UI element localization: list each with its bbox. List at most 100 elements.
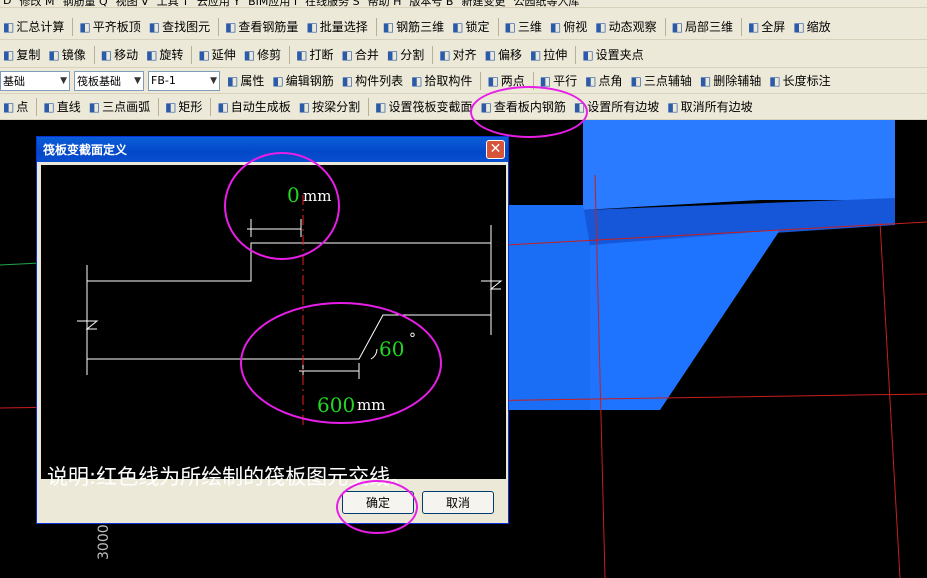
menu-item[interactable]: 帮助 H: [365, 0, 405, 7]
toolbar3-item-8[interactable]: ◧ 删除辅轴: [697, 70, 764, 92]
toolbar1-item-3[interactable]: ◧ 查看钢筋量: [222, 16, 301, 38]
toolbar3-item-0[interactable]: ◧ 属性: [224, 70, 267, 92]
fullscreen-icon: ◧: [747, 19, 760, 34]
toolbar2-item-2[interactable]: ◧ 移动: [98, 44, 141, 66]
toolbar1-item-2[interactable]: ◧ 查找图元: [146, 16, 213, 38]
toolbar3-item-6[interactable]: ◧ 点角: [582, 70, 625, 92]
toolbar1-item-12[interactable]: ◧ 缩放: [790, 16, 833, 38]
toolbar-separator: [375, 17, 377, 36]
lock-icon: ◧: [452, 19, 464, 34]
toolbar3-item-2[interactable]: ◧ 构件列表: [339, 70, 406, 92]
toolbar3-label: 长度标注: [782, 74, 831, 88]
menu-item[interactable]: 版本号 B: [406, 0, 456, 7]
list-icon: ◧: [341, 73, 354, 88]
menu-item[interactable]: 云应用 Y: [194, 0, 243, 7]
grip-icon: ◧: [582, 47, 594, 62]
section-diagram: [77, 195, 503, 425]
toolbar3-item-9[interactable]: ◧ 长度标注: [766, 70, 833, 92]
toolbar1-item-9[interactable]: ◧ 动态观察: [592, 16, 659, 38]
toolbar1-item-0[interactable]: ◧ 汇总计算: [0, 16, 67, 38]
toolbar2-label: 复制: [16, 48, 41, 62]
rebar-view-icon: ◧: [225, 19, 237, 34]
toolbar4-item-5[interactable]: ◧ 按梁分割: [296, 96, 363, 118]
toolbar4-label: 三点画弧: [102, 100, 151, 114]
cancel-button[interactable]: 取消: [422, 491, 494, 514]
toolbar-draw: ◧ 点 ◧ 直线 ◧ 三点画弧 ◧ 矩形 ◧ 自动生成板 ◧ 按梁分割 ◧ 设置筏板变截面 ◧ 查看板内钢筋 ◧…: [0, 94, 927, 120]
toolbar2-item-10[interactable]: ◧ 偏移: [482, 44, 525, 66]
toolbar1-label: 平齐板顶: [92, 20, 141, 34]
toolbar3-item-1[interactable]: ◧ 编辑钢筋: [269, 70, 336, 92]
menu-item[interactable]: 在线服务 S: [302, 0, 362, 7]
toolbar1-item-7[interactable]: ◧ 三维: [502, 16, 545, 38]
dimension-icon: ◧: [769, 73, 781, 88]
toolbar1-item-10[interactable]: ◧ 局部三维: [669, 16, 736, 38]
copy-icon: ◧: [3, 47, 15, 62]
toolbar4-label: 设置所有边坡: [587, 100, 660, 114]
rotate-icon: ◧: [146, 47, 158, 62]
toolbar4-item-9[interactable]: ◧ 取消所有边坡: [664, 96, 755, 118]
toolbar1-label: 批量选择: [319, 20, 368, 34]
auto-slab-icon: ◧: [217, 99, 229, 114]
toolbar3-item-7[interactable]: ◧ 三点辅轴: [628, 70, 695, 92]
toolbar2-label: 偏移: [497, 48, 522, 62]
toolbar2-item-6[interactable]: ◧ 打断: [293, 44, 336, 66]
toolbar1-item-11[interactable]: ◧ 全屏: [745, 16, 788, 38]
toolbar2-item-3[interactable]: ◧ 旋转: [143, 44, 186, 66]
toolbar-modify: ◧ 复制 ◧ 镜像 ◧ 移动 ◧ 旋转 ◧ 延伸 ◧ 修剪 ◧ 打断 ◧ 合并 ◧ 分割 ◧ 对齐 ◧ 偏移 ◧ 拉伸 ◧ 设置夹…: [0, 42, 927, 68]
bottom-offset-unit: mm: [357, 396, 386, 414]
toolbar2-label: 延伸: [211, 48, 236, 62]
toolbar3-item-5[interactable]: ◧ 平行: [537, 70, 580, 92]
toolbar4-item-7[interactable]: ◧ 查看板内钢筋: [478, 96, 569, 118]
toolbar1-item-1[interactable]: ◧ 平齐板顶: [76, 16, 143, 38]
type-combo[interactable]: 筏板基础 ▼: [74, 70, 144, 91]
rect-icon: ◧: [165, 99, 177, 114]
toolbar-separator: [497, 17, 499, 36]
toolbar1-item-6[interactable]: ◧ 锁定: [449, 16, 492, 38]
toolbar-area: D 修改 M 钢筋量 Q 视图 V 工具 T 云应用 Y BIM应用 I 在线服务 S 帮助 H…: [0, 0, 927, 120]
toolbar4-item-6[interactable]: ◧ 设置筏板变截面: [372, 96, 475, 118]
menu-item[interactable]: 工具 T: [154, 0, 192, 7]
toolbar4-item-2[interactable]: ◧ 三点画弧: [86, 96, 153, 118]
close-icon[interactable]: ✕: [486, 140, 505, 159]
toolbar2-item-9[interactable]: ◧ 对齐: [436, 44, 479, 66]
toolbar2-item-8[interactable]: ◧ 分割: [384, 44, 427, 66]
top-offset-unit: mm: [303, 187, 332, 205]
menu-item[interactable]: 钢筋量 Q: [59, 0, 110, 7]
toolbar4-item-8[interactable]: ◧ 设置所有边坡: [571, 96, 662, 118]
three-point-axis-icon: ◧: [630, 73, 642, 88]
toolbar1-item-8[interactable]: ◧ 俯视: [547, 16, 590, 38]
toolbar2-item-0[interactable]: ◧ 复制: [0, 44, 43, 66]
menu-item[interactable]: 视图 V: [113, 0, 152, 7]
toolbar2-item-4[interactable]: ◧ 延伸: [195, 44, 238, 66]
toolbar1-label: 局部三维: [684, 20, 733, 34]
ok-button[interactable]: 确定: [342, 491, 414, 514]
angle-value: 60: [379, 337, 405, 361]
two-point-icon: ◧: [487, 73, 499, 88]
toolbar2-item-12[interactable]: ◧ 设置夹点: [579, 44, 646, 66]
toolbar2-item-5[interactable]: ◧ 修剪: [241, 44, 284, 66]
toolbar4-item-1[interactable]: ◧ 直线: [40, 96, 83, 118]
toolbar2-label: 分割: [400, 48, 425, 62]
toolbar4-item-3[interactable]: ◧ 矩形: [162, 96, 205, 118]
toolbar2-item-11[interactable]: ◧ 拉伸: [527, 44, 570, 66]
layer-combo[interactable]: 基础 ▼: [0, 70, 70, 91]
toolbar2-item-7[interactable]: ◧ 合并: [339, 44, 382, 66]
menu-item[interactable]: 新建变更: [458, 0, 508, 7]
name-combo[interactable]: FB-1 ▼: [148, 70, 220, 91]
toolbar2-item-1[interactable]: ◧ 镜像: [45, 44, 88, 66]
toolbar4-item-0[interactable]: ◧ 点: [0, 96, 31, 118]
toolbar-separator: [368, 97, 370, 116]
toolbar3-item-3[interactable]: ◧ 拾取构件: [408, 70, 475, 92]
toolbar1-item-5[interactable]: ◧ 钢筋三维: [380, 16, 447, 38]
toolbar2-label: 打断: [309, 48, 334, 62]
stretch-icon: ◧: [529, 47, 542, 62]
pick-icon: ◧: [411, 73, 423, 88]
menu-item[interactable]: BIM应用 I: [245, 0, 300, 7]
menu-item[interactable]: 修改 M: [16, 0, 57, 7]
toolbar1-item-4[interactable]: ◧ 批量选择: [303, 16, 370, 38]
toolbar-separator: [575, 45, 577, 64]
toolbar3-item-4[interactable]: ◧ 两点: [484, 70, 527, 92]
axis-label: 3000: [96, 524, 112, 560]
menu-item[interactable]: D: [0, 0, 14, 7]
toolbar4-item-4[interactable]: ◧ 自动生成板: [214, 96, 293, 118]
